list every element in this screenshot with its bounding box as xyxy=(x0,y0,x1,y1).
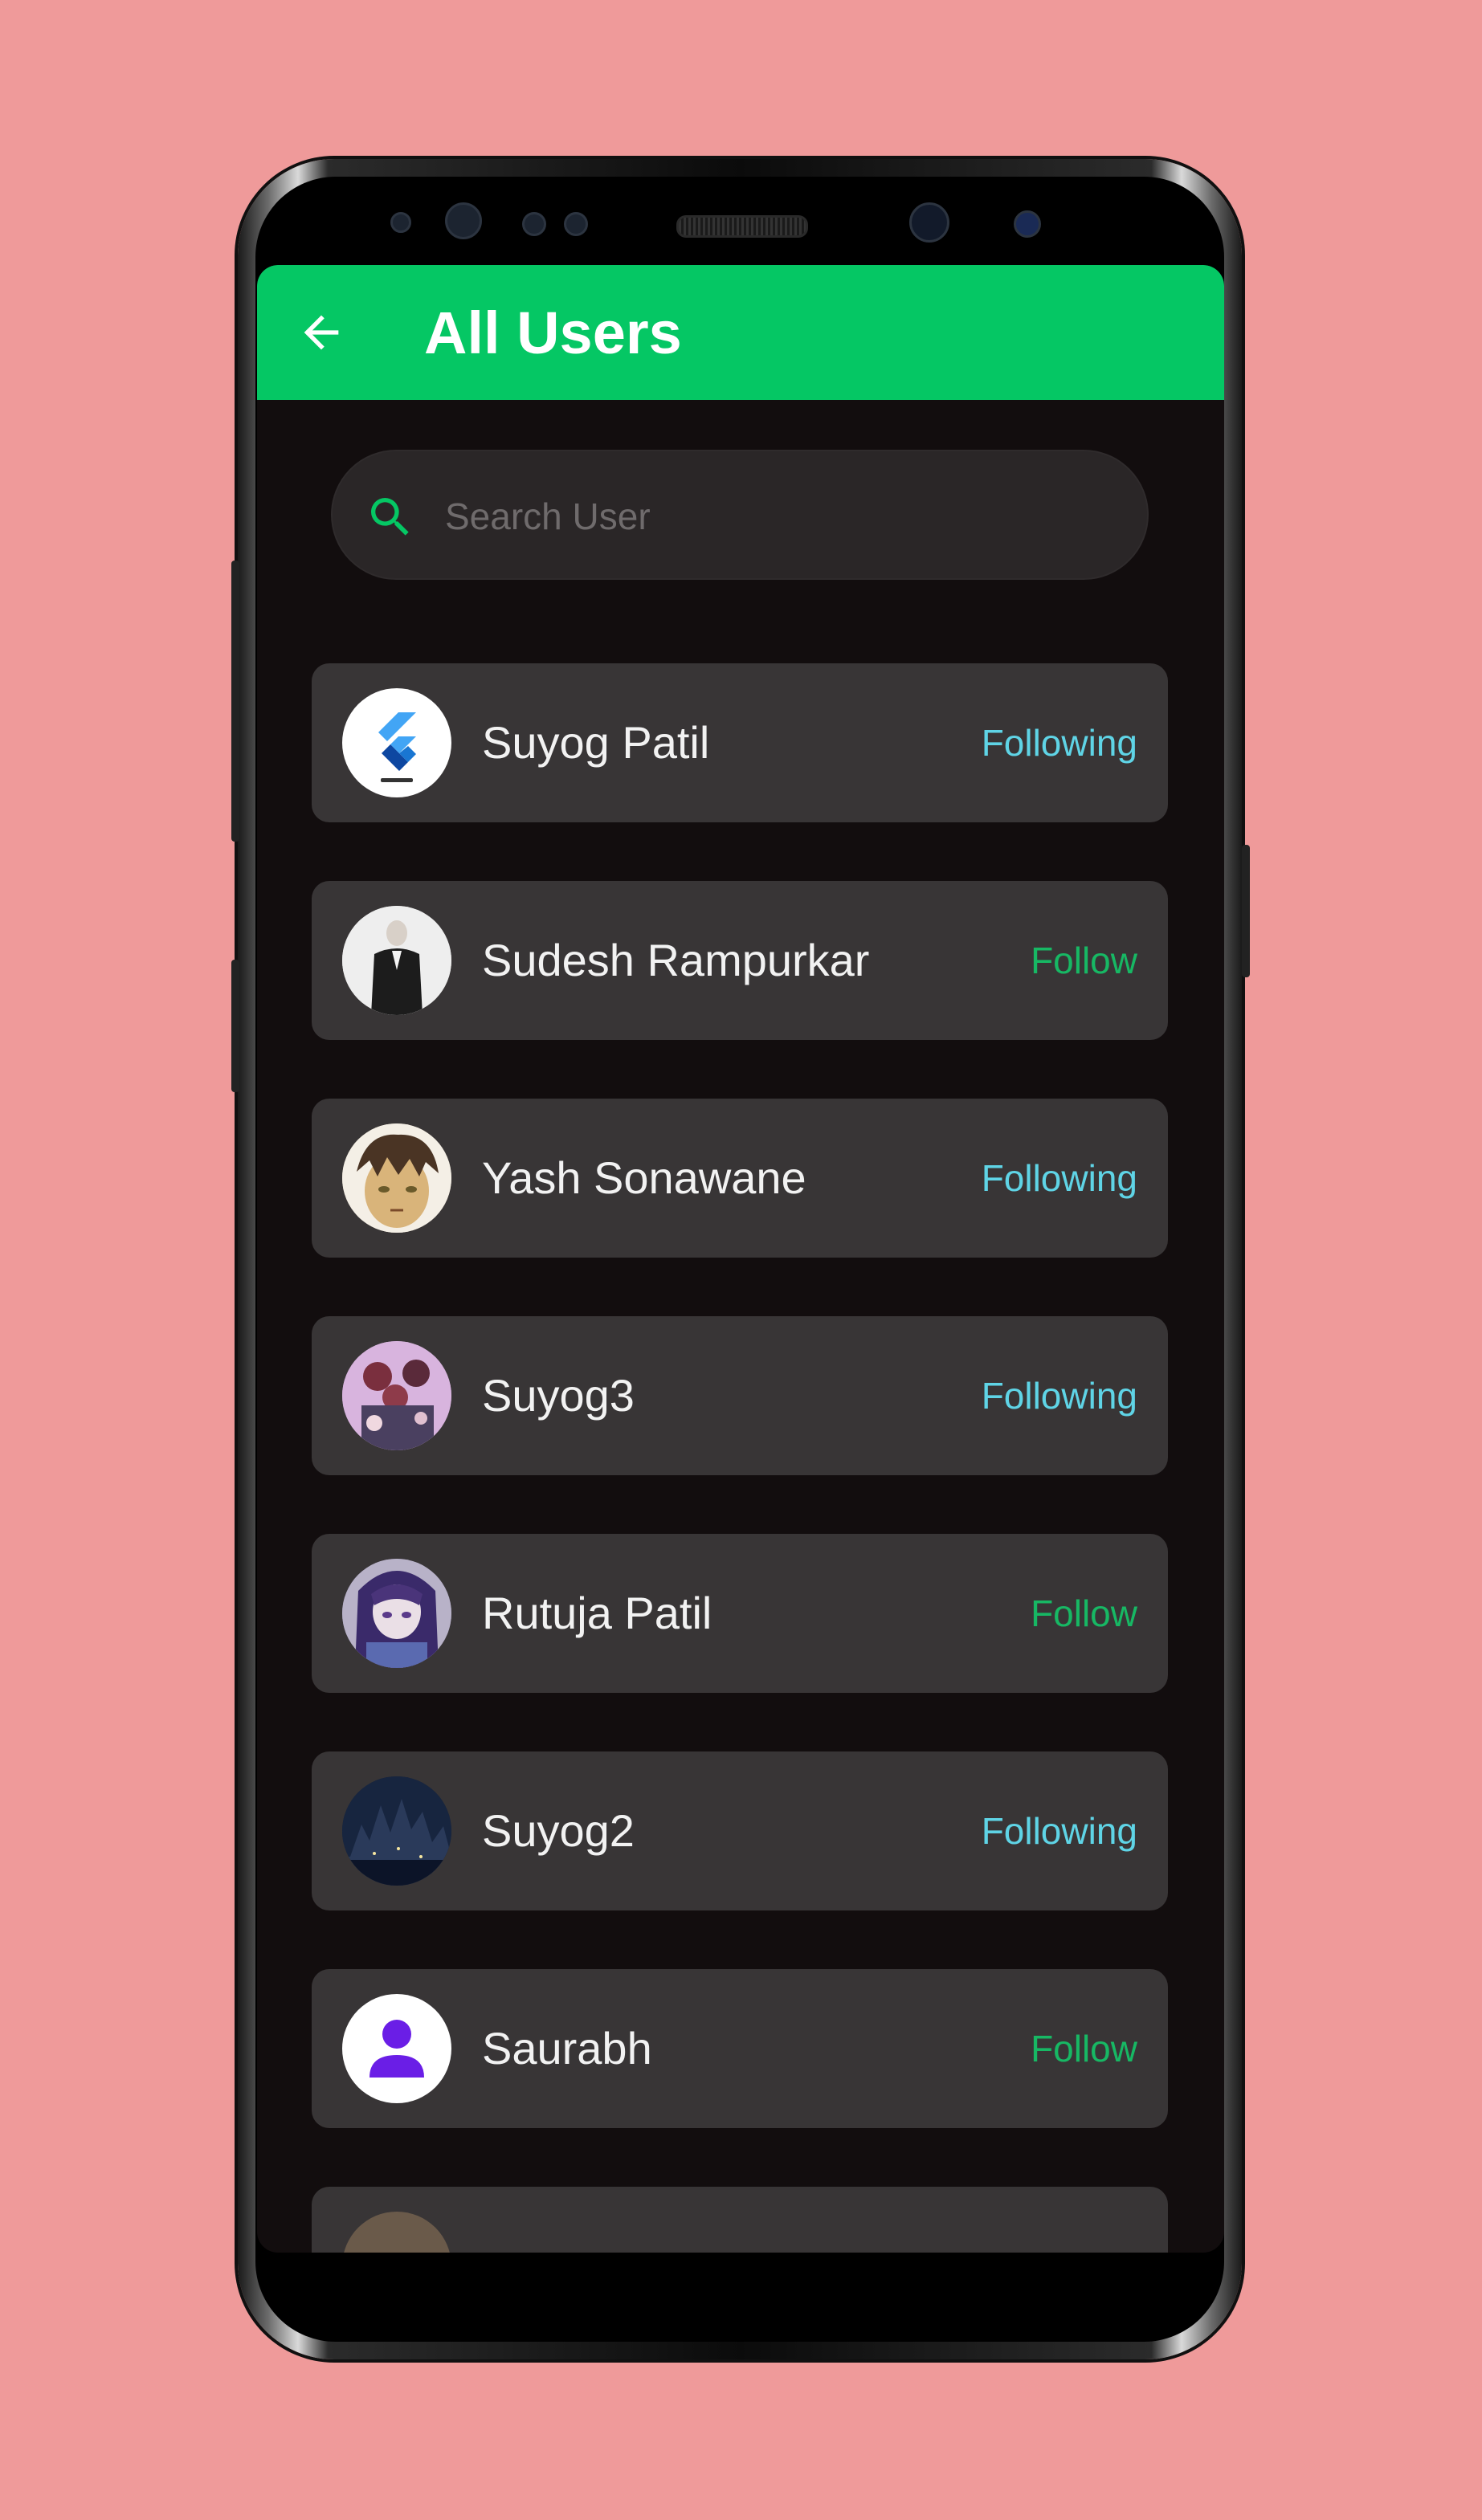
man-in-suit-icon xyxy=(342,906,451,1015)
page-title: All Users xyxy=(424,300,682,366)
user-card[interactable]: Sudesh Rampurkar Follow xyxy=(312,881,1168,1040)
bixby-button xyxy=(231,960,239,1092)
follow-button[interactable]: Follow xyxy=(1031,934,1137,987)
avatar xyxy=(342,1123,451,1233)
avatar xyxy=(342,2212,451,2253)
following-button[interactable]: Following xyxy=(982,1804,1137,1857)
user-name: Rutuja Patil xyxy=(482,1588,712,1638)
user-card[interactable]: Suyog2 Following xyxy=(312,1751,1168,1910)
flutter-logo-icon xyxy=(378,712,416,785)
avatar xyxy=(342,1776,451,1886)
anime-girl-icon xyxy=(342,1559,451,1668)
search-input[interactable] xyxy=(443,475,1121,557)
avatar xyxy=(342,906,451,1015)
following-button[interactable]: Following xyxy=(982,1369,1137,1422)
user-name: Sudesh Rampurkar xyxy=(482,935,870,985)
user-card[interactable]: Saurabh Follow xyxy=(312,1969,1168,2128)
user-card[interactable]: Rutuja Patil Follow xyxy=(312,1534,1168,1693)
avatar xyxy=(342,1559,451,1668)
user-name: Suyog2 xyxy=(482,1805,635,1856)
user-name: Saurabh xyxy=(482,2023,652,2073)
follow-button[interactable]: Follow xyxy=(1031,2022,1137,2075)
avatar xyxy=(342,1341,451,1450)
sensor-dot xyxy=(390,212,411,233)
user-card[interactable]: Yash Sonawane Following xyxy=(312,1099,1168,1258)
user-card[interactable]: Suyog3 Following xyxy=(312,1316,1168,1475)
app-screen: All Users Suyog Patil Following xyxy=(257,265,1224,2253)
arrow-back-icon xyxy=(304,315,339,350)
follow-button[interactable]: Follow xyxy=(1031,1587,1137,1640)
user-name: Suyog Patil xyxy=(482,717,710,768)
avatar xyxy=(342,1994,451,2103)
following-button[interactable]: Following xyxy=(982,1152,1137,1205)
user-card[interactable]: Suyog Patil Following xyxy=(312,663,1168,822)
user-name: Suyog3 xyxy=(482,1370,635,1421)
anime-boy-icon xyxy=(342,1123,451,1233)
sensor-dot xyxy=(564,212,588,236)
iris-sensor-icon xyxy=(1014,210,1041,238)
front-camera-icon xyxy=(445,202,482,239)
sensor-dot xyxy=(522,212,546,236)
iris-camera-icon xyxy=(909,202,949,243)
power-button xyxy=(1242,845,1250,977)
search-icon xyxy=(371,498,409,536)
user-card-partial[interactable] xyxy=(312,2187,1168,2253)
back-button[interactable] xyxy=(291,302,352,363)
search-bar[interactable] xyxy=(331,450,1149,580)
earpiece-speaker xyxy=(676,215,808,238)
night-castle-icon xyxy=(342,1776,451,1886)
anime-group-icon xyxy=(342,1341,451,1450)
following-button[interactable]: Following xyxy=(982,716,1137,769)
app-bar: All Users xyxy=(257,265,1224,400)
user-name: Yash Sonawane xyxy=(482,1152,806,1203)
person-icon xyxy=(369,2020,424,2078)
volume-button xyxy=(231,561,239,842)
avatar xyxy=(342,688,451,797)
